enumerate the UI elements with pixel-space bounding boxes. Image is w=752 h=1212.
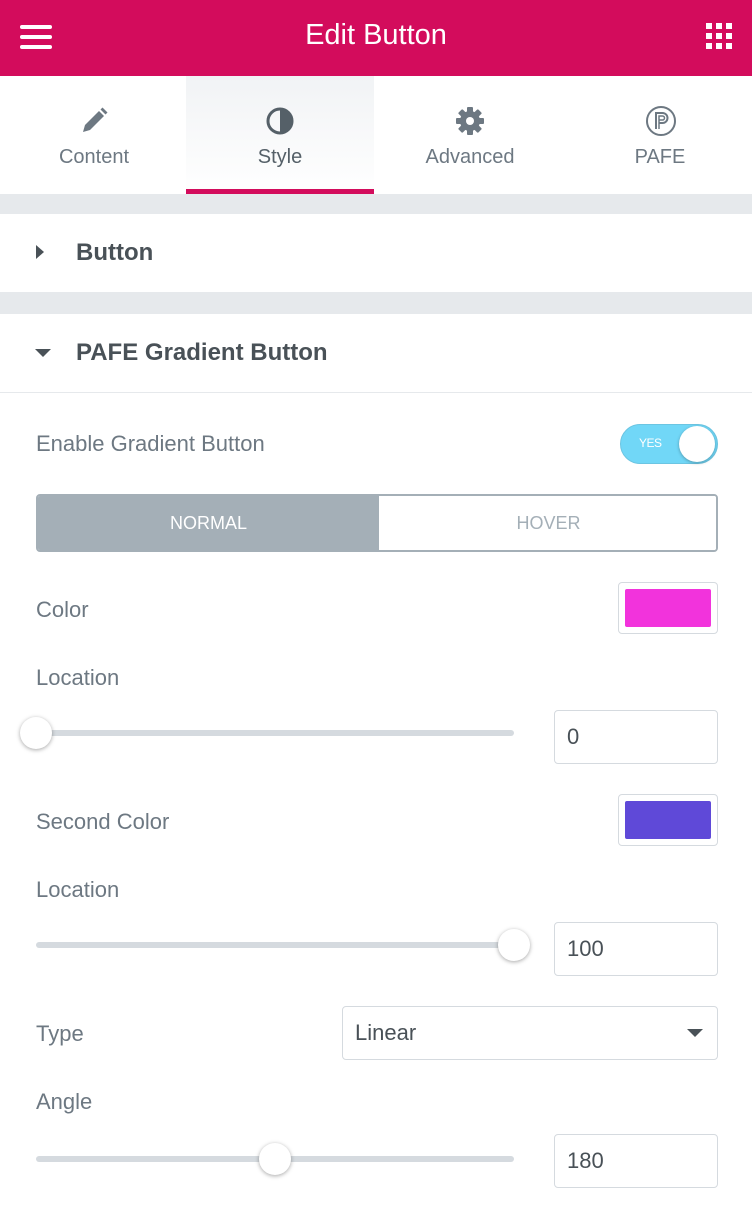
state-tabs: NORMAL HOVER	[36, 494, 718, 552]
section-title: Button	[76, 239, 154, 266]
toggle-knob	[679, 426, 715, 462]
enable-gradient-toggle[interactable]: YES	[620, 424, 718, 464]
section-header-gradient[interactable]: PAFE Gradient Button	[0, 314, 752, 392]
angle-slider-handle[interactable]	[259, 1143, 291, 1175]
type-select-value: Linear	[355, 1020, 417, 1045]
angle-input[interactable]	[554, 1134, 718, 1188]
tab-label: Advanced	[425, 146, 515, 168]
angle-label: Angle	[36, 1089, 93, 1114]
color-label: Color	[36, 597, 89, 622]
gear-icon	[456, 107, 484, 135]
second-color-label: Second Color	[36, 809, 170, 834]
location-slider-handle[interactable]	[498, 929, 530, 961]
tab-content[interactable]: Content	[0, 76, 188, 194]
half-circle-contrast-icon	[266, 107, 294, 135]
location-slider-track[interactable]	[36, 730, 514, 736]
pafe-logo-icon	[646, 106, 676, 136]
panel-title: Edit Button	[305, 19, 447, 51]
tab-label: Style	[257, 146, 303, 168]
state-tab-hover[interactable]: HOVER	[379, 496, 716, 550]
section-divider	[0, 292, 752, 314]
type-label: Type	[36, 1021, 84, 1046]
tab-style[interactable]: Style	[186, 76, 374, 194]
tab-label: Content	[58, 146, 130, 168]
location-slider-track[interactable]	[36, 942, 514, 948]
tab-advanced[interactable]: Advanced	[376, 76, 564, 194]
location-input[interactable]	[554, 922, 718, 976]
type-select[interactable]: Linear	[342, 1006, 718, 1060]
tab-label: PAFE	[634, 146, 686, 168]
location-label: Location	[36, 665, 120, 690]
section-header-button[interactable]: Button	[0, 214, 752, 292]
second-color-picker[interactable]	[618, 794, 718, 846]
caret-down-icon	[35, 349, 51, 357]
color-picker[interactable]	[618, 582, 718, 634]
chevron-down-icon	[687, 1029, 703, 1037]
grid-apps-icon[interactable]	[706, 23, 732, 49]
location-input[interactable]	[554, 710, 718, 764]
location-slider-handle[interactable]	[20, 717, 52, 749]
panel-tabs: Content Style Advanced PAFE	[0, 76, 752, 194]
caret-right-icon	[36, 245, 44, 259]
section-divider	[0, 194, 752, 214]
location-label: Location	[36, 877, 120, 902]
pencil-icon	[83, 107, 108, 132]
state-tab-normal[interactable]: NORMAL	[38, 496, 379, 550]
panel-header: Edit Button	[0, 0, 752, 76]
section-title: PAFE Gradient Button	[76, 339, 328, 366]
color-swatch	[625, 801, 711, 839]
toggle-text: YES	[639, 436, 662, 450]
color-swatch	[625, 589, 711, 627]
tab-pafe[interactable]: PAFE	[566, 76, 752, 194]
enable-gradient-label: Enable Gradient Button	[36, 431, 265, 456]
